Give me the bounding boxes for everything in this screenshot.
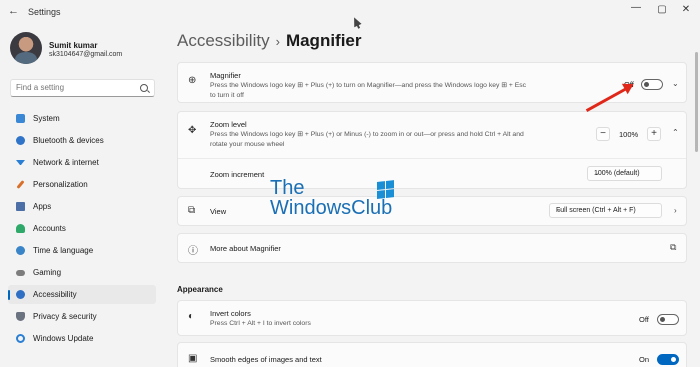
maximize-icon[interactable]: ▢ <box>654 4 670 15</box>
windows-logo-icon <box>377 180 395 200</box>
zoom-settings-card: ✥ Zoom level Press the Windows logo key … <box>177 111 687 189</box>
sidebar-item-system[interactable]: System <box>8 109 156 128</box>
sidebar-item-label: Gaming <box>33 268 62 277</box>
view-select[interactable]: Full screen (Ctrl + Alt + F) ⌄ <box>549 203 662 218</box>
wifi-icon <box>16 160 25 165</box>
page-title: Magnifier <box>285 31 362 50</box>
view-setting-card[interactable]: ⧉ View Full screen (Ctrl + Alt + F) ⌄ › <box>177 196 687 226</box>
zoom-desc-line2: rotate your mouse wheel <box>210 141 285 148</box>
sync-icon <box>16 334 25 343</box>
user-name: Sumit kumar <box>49 41 98 50</box>
magnifier-desc-line2: to turn it off <box>210 92 244 99</box>
magnifier-plus-icon: ⊕ <box>188 75 197 86</box>
invert-colors-title: Invert colors <box>210 309 251 318</box>
sidebar-item-label: System <box>33 114 60 123</box>
smooth-edges-card[interactable]: ▣ Smooth edges of images and text On <box>177 342 687 367</box>
watermark: The WindowsClub <box>270 177 395 219</box>
zoom-out-button[interactable]: − <box>596 127 610 141</box>
sidebar-item-accounts[interactable]: Accounts <box>8 219 156 238</box>
chevron-down-icon: ⌄ <box>556 207 562 214</box>
user-email: sk3104647@gmail.com <box>49 51 123 58</box>
breadcrumb: Accessibility › Magnifier <box>177 31 362 51</box>
smooth-toggle-state: On <box>639 355 650 364</box>
monitor-icon <box>16 114 25 123</box>
invert-toggle-state: Off <box>639 315 649 324</box>
scrollbar-thumb[interactable] <box>695 52 698 152</box>
breadcrumb-parent[interactable]: Accessibility <box>177 31 270 50</box>
sidebar-item-personalization[interactable]: Personalization <box>8 175 156 194</box>
divider <box>178 158 686 159</box>
magnifier-description: Press the Windows logo key ⊞ + Plus (+) … <box>210 81 526 101</box>
chevron-up-icon[interactable]: ⌄ <box>672 127 679 136</box>
image-icon: ▣ <box>188 353 198 364</box>
window-title: Settings <box>28 7 61 17</box>
close-icon[interactable]: ✕ <box>678 4 694 15</box>
sidebar-item-label: Accessibility <box>33 290 77 299</box>
zoom-in-button[interactable]: + <box>647 127 661 141</box>
sidebar-item-label: Network & internet <box>33 158 99 167</box>
person-icon <box>16 224 25 233</box>
search-icon[interactable] <box>140 84 148 92</box>
back-arrow-icon[interactable]: ← <box>8 5 19 17</box>
breadcrumb-separator: › <box>275 34 280 49</box>
search-input[interactable] <box>16 83 136 92</box>
minimize-icon[interactable]: — <box>628 2 644 13</box>
sidebar-item-network[interactable]: Network & internet <box>8 153 156 172</box>
accessibility-icon <box>16 290 25 299</box>
chevron-down-icon: ⌄ <box>594 170 600 177</box>
sidebar-item-gaming[interactable]: Gaming <box>8 263 156 282</box>
apps-icon <box>16 202 25 211</box>
avatar[interactable] <box>10 32 42 64</box>
sidebar-item-label: Accounts <box>33 224 66 233</box>
magnifier-title: Magnifier <box>210 71 241 80</box>
sidebar-item-apps[interactable]: Apps <box>8 197 156 216</box>
sidebar-item-privacy[interactable]: Privacy & security <box>8 307 156 326</box>
invert-colors-icon: ◐ <box>188 311 195 322</box>
zoom-increment-select[interactable]: 100% (default) ⌄ <box>587 166 662 181</box>
zoom-move-icon: ✥ <box>188 125 197 136</box>
chevron-right-icon[interactable]: › <box>674 206 677 215</box>
external-link-icon[interactable]: ⧉ <box>670 242 676 253</box>
sidebar-item-accessibility[interactable]: Accessibility <box>8 285 156 304</box>
zoom-level-description: Press the Windows logo key ⊞ + Plus (+) … <box>210 130 524 150</box>
sidebar-item-label: Bluetooth & devices <box>33 136 104 145</box>
magnifier-toggle[interactable] <box>641 79 663 90</box>
sidebar-item-label: Privacy & security <box>33 312 97 321</box>
smooth-edges-title: Smooth edges of images and text <box>210 355 322 364</box>
invert-colors-description: Press Ctrl + Alt + I to invert colors <box>210 320 311 327</box>
sidebar-item-label: Time & language <box>33 246 94 255</box>
sidebar-item-label: Apps <box>33 202 52 211</box>
smooth-edges-toggle[interactable] <box>657 354 679 365</box>
watermark-line1: The <box>270 177 305 199</box>
sidebar-item-bluetooth[interactable]: Bluetooth & devices <box>8 131 156 150</box>
sidebar: Sumit kumar sk3104647@gmail.com System B… <box>0 22 165 367</box>
sidebar-item-windows-update[interactable]: Windows Update <box>8 329 156 348</box>
appearance-section-title: Appearance <box>177 285 223 294</box>
view-title: View <box>210 207 227 216</box>
zoom-level-title: Zoom level <box>210 120 247 129</box>
sidebar-item-time-language[interactable]: Time & language <box>8 241 156 260</box>
brush-icon <box>16 180 25 189</box>
search-box[interactable] <box>10 79 155 97</box>
zoom-level-value: 100% <box>619 130 639 139</box>
invert-colors-toggle[interactable] <box>657 314 679 325</box>
sidebar-item-label: Windows Update <box>33 334 94 343</box>
globe-clock-icon <box>16 246 25 255</box>
help-icon: ⓘ <box>188 246 198 257</box>
magnifier-desc-line1: Press the Windows logo key ⊞ + Plus (+) … <box>210 82 527 89</box>
zoom-desc-line1: Press the Windows logo key ⊞ + Plus (+) … <box>210 131 524 138</box>
shield-icon <box>16 312 25 321</box>
more-about-magnifier-card[interactable]: ⓘ More about Magnifier ⧉ <box>177 233 687 263</box>
watermark-line2: WindowsClub <box>270 197 393 219</box>
gamepad-icon <box>16 270 25 276</box>
main-content: Accessibility › Magnifier ⊕ Magnifier Pres… <box>165 22 700 367</box>
bluetooth-icon <box>16 136 25 145</box>
invert-colors-card[interactable]: ◐ Invert colors Press Ctrl + Alt + I to … <box>177 300 687 336</box>
chevron-down-icon[interactable]: ⌄ <box>672 79 679 88</box>
zoom-increment-title: Zoom increment <box>210 170 265 179</box>
sidebar-item-label: Personalization <box>33 180 88 189</box>
more-about-title: More about Magnifier <box>210 244 281 253</box>
view-icon: ⧉ <box>188 205 196 216</box>
